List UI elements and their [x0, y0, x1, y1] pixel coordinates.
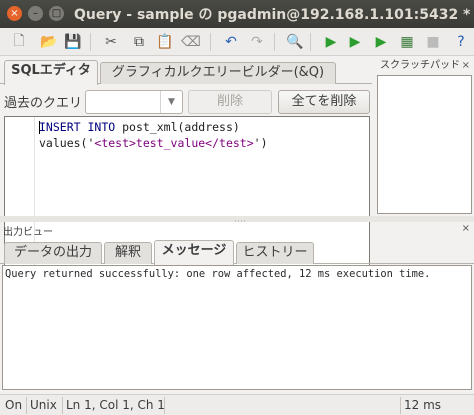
close-icon[interactable]: × [462, 223, 470, 234]
tab-history[interactable]: ヒストリー [236, 242, 314, 264]
scratch-pad-header: スクラッチパッド × [377, 58, 474, 74]
open-folder-icon[interactable]: 📂 [38, 31, 60, 53]
find-icon[interactable]: 🔍 [284, 31, 306, 53]
status-cursor-position: Ln 1, Col 1, Ch 1 [62, 397, 165, 414]
scratch-pad-textarea[interactable] [377, 75, 472, 214]
redo-icon[interactable]: ↷ [246, 31, 268, 53]
query-history-row: 過去のクエリ ▼ 削除 全てを削除 [0, 88, 374, 114]
toolbar-separator [90, 33, 91, 51]
tab-explain[interactable]: 解釈 [104, 242, 152, 264]
tab-sql-editor[interactable]: SQLエディタ [4, 60, 98, 85]
toolbar-separator [310, 33, 311, 51]
close-icon[interactable]: × [462, 58, 470, 74]
new-document-icon[interactable]: 🗋 [8, 31, 30, 53]
execute-pgscript-icon[interactable]: ▶ [344, 31, 366, 53]
title-bar: × – □ Query - sample の pgadmin@192.168.1… [0, 0, 474, 28]
clear-icon[interactable]: ⌫ [180, 31, 202, 53]
result-message: Query returned successfully: one row aff… [5, 268, 431, 280]
cut-icon[interactable]: ✂ [100, 31, 122, 53]
window-title: Query - sample の pgadmin@192.168.1.101:5… [74, 7, 471, 23]
output-tabs: データの出力 解釈 メッセージ ヒストリー [0, 240, 474, 265]
tab-messages[interactable]: メッセージ [154, 240, 234, 265]
output-pane-title: 出力ビュー [3, 227, 53, 238]
delete-all-history-button[interactable]: 全てを削除 [278, 90, 370, 114]
explain-icon[interactable]: ▦ [396, 31, 418, 53]
chevron-down-icon[interactable]: ▼ [160, 91, 182, 113]
close-window-button[interactable]: × [7, 6, 22, 21]
history-combo[interactable]: ▼ [85, 90, 183, 114]
editor-tabs: SQLエディタ グラフィカルクエリービルダー(&Q) [0, 60, 372, 85]
paste-icon[interactable]: 📋 [154, 31, 176, 53]
editor-pane: SQLエディタ グラフィカルクエリービルダー(&Q) 過去のクエリ ▼ 削除 全… [0, 56, 374, 270]
messages-panel[interactable]: Query returned successfully: one row aff… [2, 265, 472, 390]
main-toolbar: 🗋 📂 💾 ✂ ⧉ 📋 ⌫ ↶ ↷ 🔍 ▶ ▶ ▶ ▦ ■? [0, 28, 474, 56]
toolbar-separator [274, 33, 275, 51]
scratch-pad: スクラッチパッド × [377, 56, 474, 216]
copy-icon[interactable]: ⧉ [128, 31, 150, 53]
maximize-window-button[interactable]: □ [49, 6, 64, 21]
delete-history-button[interactable]: 削除 [188, 90, 272, 114]
tab-data-output[interactable]: データの出力 [4, 242, 102, 264]
help-icon[interactable]: ? [450, 31, 472, 53]
save-icon[interactable]: 💾 [62, 31, 84, 53]
execute-to-file-icon[interactable]: ▶ [370, 31, 392, 53]
tab-graphical-query-builder[interactable]: グラフィカルクエリービルダー(&Q) [100, 62, 336, 84]
execute-icon[interactable]: ▶ [320, 31, 342, 53]
cancel-query-icon[interactable]: ■ [422, 31, 444, 53]
scratch-pad-title: スクラッチパッド [380, 60, 460, 71]
toolbar-separator [210, 33, 211, 51]
status-mode: On [5, 398, 23, 412]
status-bar: On Unix Ln 1, Col 1, Ch 1 12 ms [0, 394, 474, 415]
history-label: 過去のクエリ [4, 96, 83, 111]
status-line-ending: Unix [26, 397, 57, 414]
status-blank [164, 397, 398, 414]
sql-line-1: INSERT INTO post_xml(address) [39, 120, 240, 134]
output-pane-header: 出力ビュー × [0, 222, 474, 238]
status-execution-time: 12 ms [400, 397, 441, 414]
undo-icon[interactable]: ↶ [220, 31, 242, 53]
minimize-window-button[interactable]: – [28, 6, 43, 21]
sql-line-2: values('<test>test_value</test>') [39, 136, 268, 150]
